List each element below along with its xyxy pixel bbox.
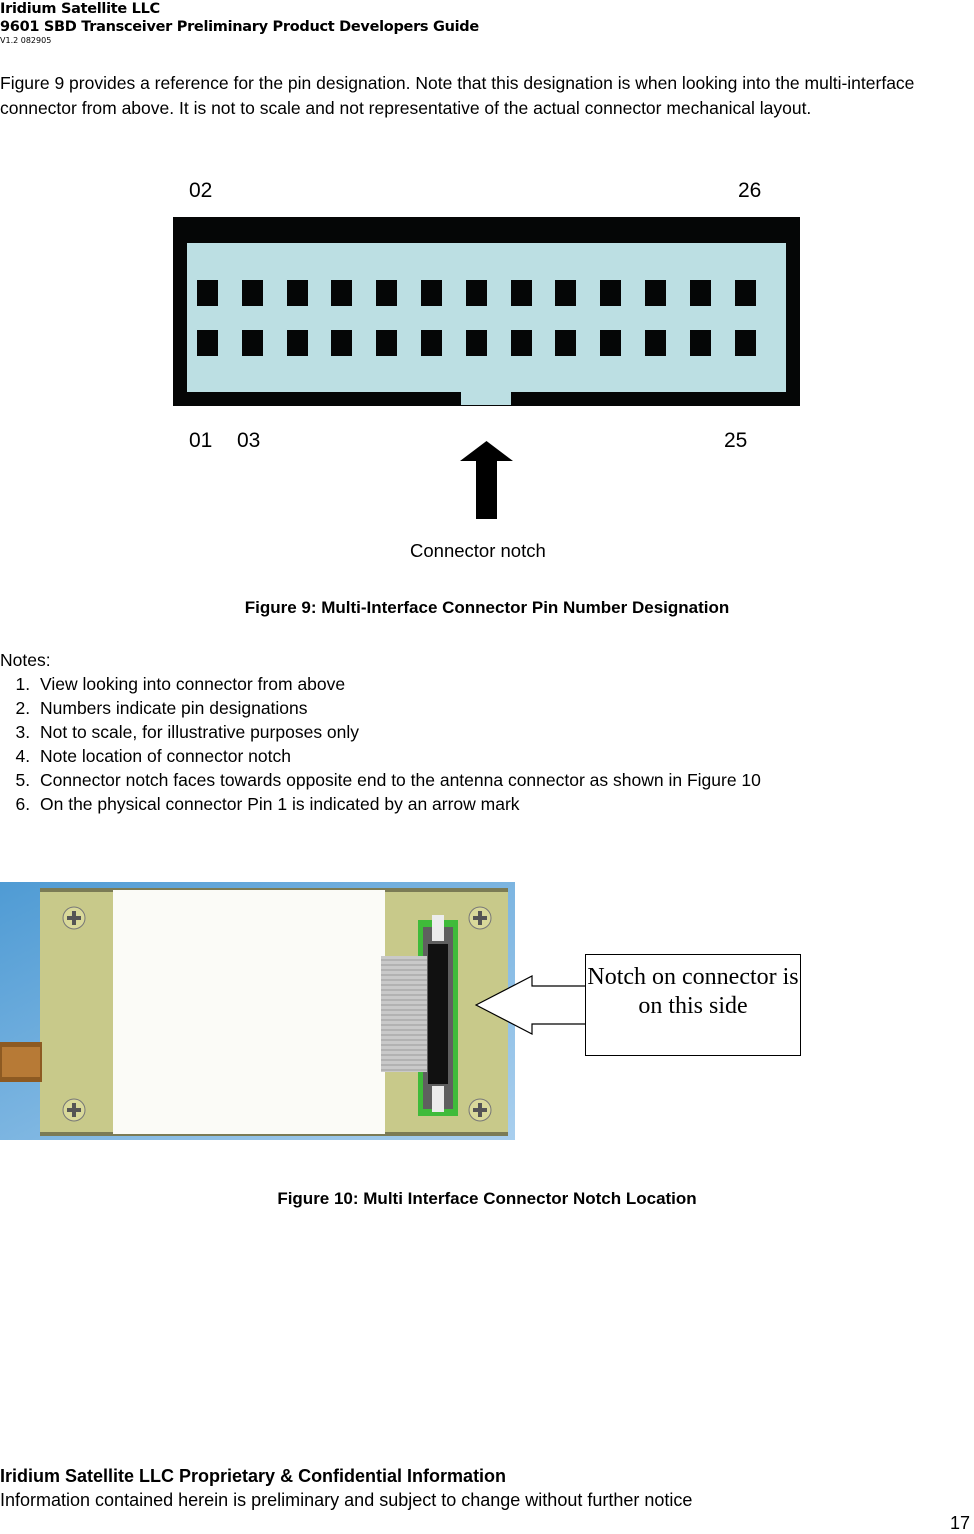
module-label (113, 890, 385, 1134)
footer-proprietary: Iridium Satellite LLC Proprietary & Conf… (0, 1466, 507, 1486)
note-item: Numbers indicate pin designations (35, 696, 761, 720)
callout-arrow-icon (475, 975, 587, 1035)
connector-pin (421, 280, 442, 306)
page-header: Iridium Satellite LLC 9601 SBD Transceiv… (0, 0, 479, 46)
antenna-connector-icon (0, 1042, 42, 1082)
note-item: Note location of connector notch (35, 744, 761, 768)
notch-callout: Notch on connector is on this side (585, 954, 801, 1056)
connector-pin (197, 330, 218, 356)
connector-pin (734, 330, 756, 356)
notes-section: Notes: View looking into connector from … (0, 648, 761, 816)
connector-notch-label: Connector notch (410, 540, 546, 561)
connector-pin (286, 330, 308, 356)
notes-list: View looking into connector from above N… (0, 672, 761, 816)
connector-pin (555, 280, 577, 306)
note-item: On the physical connector Pin 1 is indic… (35, 792, 761, 816)
connector-face (187, 243, 786, 392)
connector-pin (645, 280, 666, 306)
header-company: Iridium Satellite LLC (0, 1, 160, 17)
connector-pin (241, 330, 263, 356)
connector-pin (465, 280, 487, 306)
figure9-caption: Figure 9: Multi-Interface Connector Pin … (244, 598, 730, 617)
connector-pin (421, 330, 442, 356)
header-version: V1.2 082905 (0, 36, 52, 45)
note-item: Connector notch faces towards opposite e… (35, 768, 761, 792)
transceiver-illustration (0, 882, 515, 1140)
note-item: View looking into connector from above (35, 672, 761, 696)
connector-pin (645, 330, 666, 356)
connector-pin (286, 280, 308, 306)
connector-pin (241, 280, 263, 306)
figure10-caption: Figure 10: Multi Interface Connector Not… (277, 1189, 697, 1208)
note-item: Not to scale, for illustrative purposes … (35, 720, 761, 744)
connector-pin (689, 280, 711, 306)
header-title: 9601 SBD Transceiver Preliminary Product… (0, 19, 479, 35)
transceiver-photo (0, 882, 515, 1140)
notch-arrow-icon (460, 441, 513, 519)
pin-label-26: 26 (738, 179, 762, 202)
connector-pin (734, 280, 756, 306)
connector-notch (461, 392, 511, 405)
connector-pin (689, 330, 711, 356)
pin-label-01: 01 (189, 429, 213, 452)
connector-pin (600, 330, 622, 356)
connector-pin (197, 280, 218, 306)
connector-diagram (173, 217, 800, 406)
connector-pin (376, 330, 398, 356)
connector-pin (600, 280, 622, 306)
connector-pin (331, 280, 353, 306)
connector-pin (555, 330, 577, 356)
pin-label-03: 03 (237, 429, 261, 452)
connector-housing (428, 944, 448, 1084)
connector-pin (510, 280, 532, 306)
connector-pin (376, 280, 398, 306)
pin-label-25: 25 (724, 429, 748, 452)
intro-paragraph: Figure 9 provides a reference for the pi… (0, 73, 915, 118)
notes-heading: Notes: (0, 650, 51, 670)
pin-label-02: 02 (189, 179, 213, 202)
page-number: 17 (949, 1513, 970, 1533)
connector-pin (510, 330, 532, 356)
connector-pin (331, 330, 353, 356)
footer-notice: Information contained herein is prelimin… (0, 1490, 693, 1510)
connector-pin (465, 330, 487, 356)
